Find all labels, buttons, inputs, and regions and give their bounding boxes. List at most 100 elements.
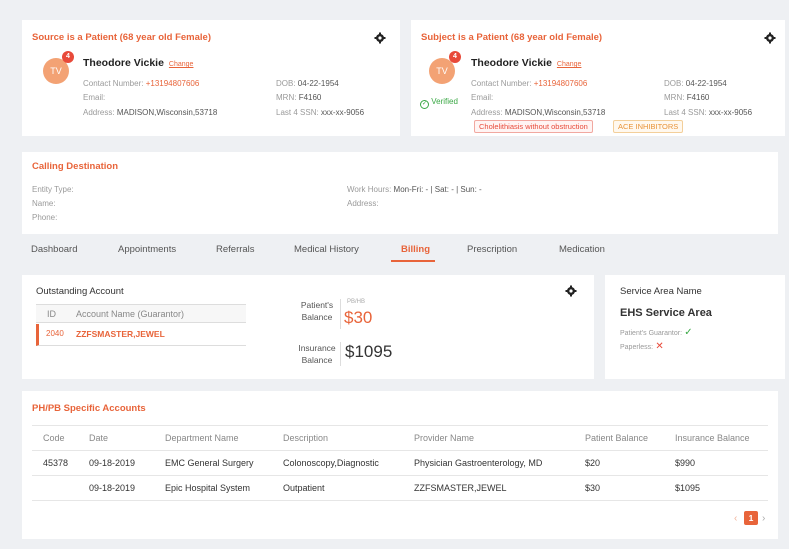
tab-referrals[interactable]: Referrals — [216, 244, 255, 255]
tab-bar: Dashboard Appointments Referrals Medical… — [22, 237, 778, 262]
work-hours: Work Hours: Mon-Fri: - | Sat: - | Sun: - — [347, 185, 482, 194]
active-tab-indicator — [391, 260, 435, 262]
guarantor-row: Patient's Guarantor: ✓ — [620, 327, 693, 338]
calling-destination-card: Calling Destination Entity Type: Name: P… — [22, 152, 778, 234]
diagnosis-tag[interactable]: Cholelithiasis without obstruction — [474, 120, 593, 133]
name-label: Name: — [32, 199, 56, 208]
cell-date: 09-18-2019 — [89, 483, 136, 493]
insurance-balance-label: Insurance Balance — [298, 343, 336, 365]
cell-insurance-balance: $990 — [675, 458, 696, 468]
col-department: Department Name — [165, 433, 239, 443]
cell-department: EMC General Surgery — [165, 458, 254, 468]
tab-dashboard[interactable]: Dashboard — [31, 244, 77, 255]
gear-icon[interactable] — [374, 32, 386, 44]
x-icon: ✕ — [655, 341, 664, 352]
cell-description: Outpatient — [283, 483, 325, 493]
phpb-accounts-card: PH/PB Specific Accounts Code Date Depart… — [22, 391, 778, 539]
account-name: ZZFSMASTER,JEWEL — [76, 329, 165, 339]
ssn-value: xxx-xx-9056 — [708, 108, 753, 117]
outstanding-title: Outstanding Account — [36, 286, 124, 297]
patients-balance-value: $30 — [344, 308, 373, 327]
entity-type-label: Entity Type: — [32, 185, 74, 194]
dob: DOB: 04-22-1954 — [664, 79, 727, 88]
table-row[interactable]: 09-18-2019 Epic Hospital System Outpatie… — [32, 476, 768, 500]
col-date: Date — [89, 433, 109, 443]
subject-title: Subject is a Patient (68 year old Female… — [421, 32, 603, 43]
outstanding-account-card: Outstanding Account ID Account Name (Gua… — [22, 275, 594, 379]
tab-medication[interactable]: Medication — [559, 244, 605, 255]
dob-label: DOB: — [664, 79, 684, 88]
service-area-name: EHS Service Area — [620, 307, 712, 319]
address: Address: MADISON,Wisconsin,53718 — [471, 108, 605, 117]
email: Email: — [471, 93, 493, 102]
contact-number: Contact Number: +13194807606 — [83, 79, 199, 88]
address-value: MADISON,Wisconsin,53718 — [116, 108, 218, 117]
address: Address: MADISON,Wisconsin,53718 — [83, 108, 217, 117]
page-button-current[interactable]: 1 — [744, 511, 758, 525]
email-label: Email: — [471, 93, 494, 102]
tab-medical-history[interactable]: Medical History — [294, 244, 359, 255]
cell-provider: ZZFSMASTER,JEWEL — [414, 483, 507, 493]
email: Email: — [83, 93, 105, 102]
col-code: Code — [43, 433, 65, 443]
contact-label: Contact Number: — [471, 79, 532, 88]
mrn-value: F4160 — [298, 93, 322, 102]
account-table: ID Account Name (Guarantor) 2040 ZZFSMAS… — [36, 304, 246, 346]
col-id: ID — [47, 309, 56, 319]
cell-department: Epic Hospital System — [165, 483, 251, 493]
col-insurance-balance: Insurance Balance — [675, 433, 750, 443]
service-area-card: Service Area Name EHS Service Area Patie… — [605, 275, 785, 379]
change-link[interactable]: Change — [169, 61, 194, 68]
gear-icon[interactable] — [565, 285, 577, 297]
email-label: Email: — [83, 93, 106, 102]
cell-patient-balance: $30 — [585, 483, 601, 493]
gear-icon[interactable] — [764, 32, 776, 44]
paperless-row: Paperless: ✕ — [620, 341, 664, 352]
patient-name-text: Theodore Vickie — [471, 57, 552, 69]
cell-patient-balance: $20 — [585, 458, 601, 468]
mrn-label: MRN: — [276, 93, 297, 102]
col-description: Description — [283, 433, 329, 443]
insurance-balance-value: $1095 — [345, 342, 393, 361]
contact-value[interactable]: +13194807606 — [146, 79, 200, 88]
patient-name: Theodore Vickie Change — [83, 57, 193, 69]
account-row[interactable]: 2040 ZZFSMASTER,JEWEL — [36, 324, 246, 346]
dob-value: 04-22-1954 — [685, 79, 727, 88]
chevron-left-icon[interactable]: ‹ — [734, 513, 737, 524]
tab-billing[interactable]: Billing — [401, 244, 430, 255]
tab-prescription[interactable]: Prescription — [467, 244, 517, 255]
notification-badge: 4 — [62, 51, 74, 63]
source-title: Source is a Patient (68 year old Female) — [32, 32, 211, 43]
table-row[interactable]: 45378 09-18-2019 EMC General Surgery Col… — [32, 451, 768, 475]
patients-balance-label: Patient's Balance — [300, 300, 334, 322]
cell-insurance-balance: $1095 — [675, 483, 701, 493]
work-hours-label: Work Hours: — [347, 185, 392, 194]
chevron-right-icon[interactable]: › — [762, 513, 765, 524]
phone-label: Phone: — [32, 213, 58, 222]
tab-appointments[interactable]: Appointments — [118, 244, 176, 255]
contact-value[interactable]: +13194807606 — [534, 79, 588, 88]
patient-name-text: Theodore Vickie — [83, 57, 164, 69]
dob-label: DOB: — [276, 79, 296, 88]
notification-badge: 4 — [449, 51, 461, 63]
account-id: 2040 — [46, 329, 64, 338]
mrn-value: F4160 — [686, 93, 710, 102]
verified-label: Verified — [431, 97, 458, 106]
dob-value: 04-22-1954 — [297, 79, 339, 88]
col-account-name: Account Name (Guarantor) — [76, 309, 185, 319]
subject-card: Subject is a Patient (68 year old Female… — [411, 20, 785, 136]
verified-status: ✓ Verified — [420, 97, 458, 109]
balance-divider — [340, 342, 341, 366]
contact-number: Contact Number: +13194807606 — [471, 79, 587, 88]
col-provider: Provider Name — [414, 433, 475, 443]
mrn: MRN: F4160 — [664, 93, 709, 102]
patient-name: Theodore Vickie Change — [471, 57, 581, 69]
balance-divider — [340, 299, 341, 329]
change-link[interactable]: Change — [557, 61, 582, 68]
cell-date: 09-18-2019 — [89, 458, 136, 468]
address-label: Address: — [471, 108, 503, 117]
paperless-label: Paperless: — [620, 344, 654, 351]
ssn-value: xxx-xx-9056 — [320, 108, 365, 117]
work-hours-value: Mon-Fri: - | Sat: - | Sun: - — [393, 185, 482, 194]
allergy-tag[interactable]: ACE INHIBITORS — [613, 120, 684, 133]
